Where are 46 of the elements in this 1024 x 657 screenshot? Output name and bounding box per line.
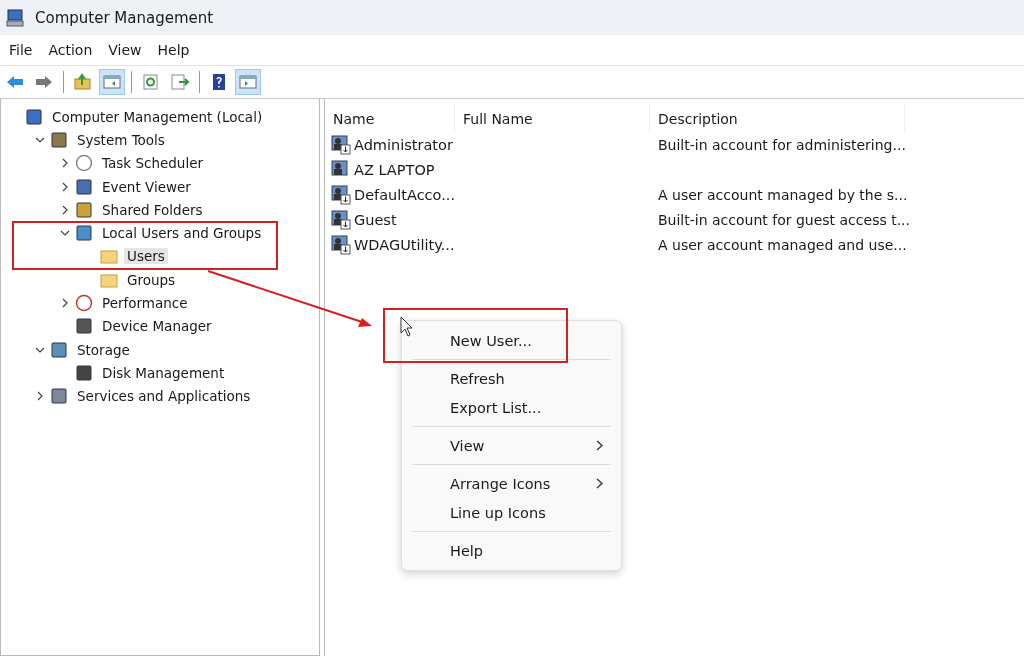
user-description: Built-in account for administering... [658,137,906,154]
column-header[interactable]: Description [650,105,905,133]
tree-item[interactable]: Services and Applications [74,388,254,405]
window-title: Computer Management [35,8,214,27]
menu-item[interactable]: Help [402,536,621,565]
tree-item[interactable]: Shared Folders [99,201,206,218]
export-icon [170,73,190,91]
menu-item[interactable]: Line up Icons [402,498,621,527]
chevron-right-icon[interactable] [35,391,45,402]
menu-item[interactable]: File [2,39,40,61]
chevron-right-icon[interactable] [60,204,70,215]
menu-item[interactable]: Arrange Icons [402,469,621,498]
tree-item[interactable]: Users [124,248,168,265]
column-header[interactable]: Name [325,105,455,133]
tree-item[interactable]: Local Users and Groups [99,225,265,242]
folder-up-icon [73,73,93,91]
chevron-right-icon[interactable] [60,298,70,308]
tree-item[interactable]: System Tools [74,131,168,148]
menu-item[interactable]: Refresh [402,364,621,393]
pane-icon [102,73,122,91]
menu-item[interactable]: New User... [402,326,621,355]
chevron-right-icon[interactable] [60,158,70,169]
tree-item[interactable]: Groups [124,271,179,288]
refresh-icon [141,73,161,91]
menu-item[interactable]: Action [41,39,100,61]
user-name[interactable]: AZ LAPTOP [354,162,435,179]
tree-item[interactable]: Event Viewer [99,178,194,195]
user-description: A user account managed and use... [658,236,907,253]
chevron-right-icon[interactable] [60,181,70,192]
menu-item[interactable]: View [101,39,149,61]
tree-item[interactable]: Storage [74,341,133,358]
tree-item[interactable]: Performance [99,295,191,311]
menu-item[interactable]: Export List... [402,393,621,422]
column-header[interactable]: Full Name [455,105,650,133]
user-description: Built-in account for guest access t... [658,211,910,228]
menu-item[interactable]: Help [150,39,197,61]
tree-item[interactable]: Computer Management (Local) [49,108,266,125]
user-description: A user account managed by the s... [658,187,908,203]
arrow-right-icon [34,73,54,91]
tree-item[interactable]: Task Scheduler [99,155,206,172]
arrow-left-icon [5,73,25,91]
tree-item[interactable]: Device Manager [99,318,215,335]
tree-item[interactable]: Disk Management [99,364,228,381]
menu-item[interactable]: View [402,431,621,460]
pane-icon [238,73,258,91]
folder-icon [100,247,118,266]
